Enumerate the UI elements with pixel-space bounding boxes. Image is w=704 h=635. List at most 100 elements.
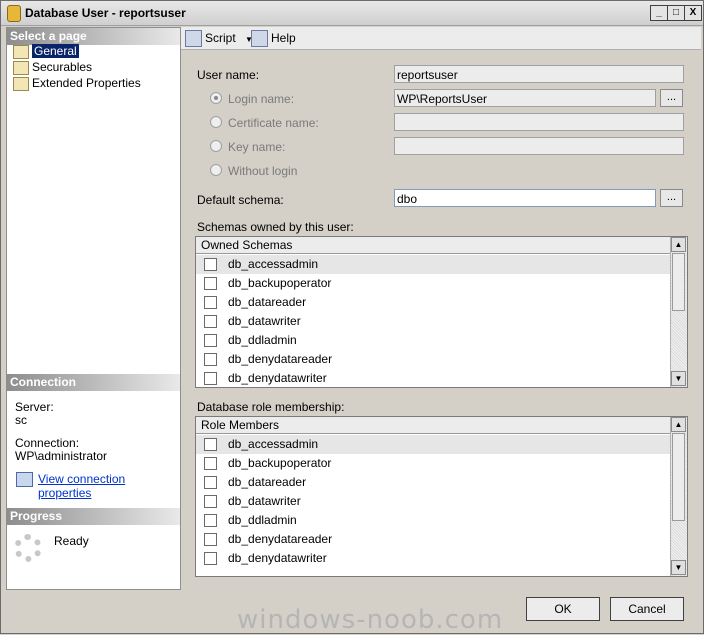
- schema-name: db_datareader: [228, 295, 307, 309]
- page-extended-properties[interactable]: Extended Properties: [11, 76, 141, 91]
- default-schema-browse-button[interactable]: ...: [660, 189, 683, 207]
- scroll-up-arrow-icon[interactable]: ▲: [671, 417, 686, 432]
- role-name: db_denydatawriter: [228, 551, 327, 565]
- schema-checkbox[interactable]: [204, 372, 217, 385]
- schema-name: db_denydatawriter: [228, 371, 327, 385]
- user-name-label: User name:: [197, 68, 260, 82]
- ok-button[interactable]: OK: [526, 597, 600, 621]
- schema-row[interactable]: db_datawriter: [196, 312, 670, 331]
- cancel-button[interactable]: Cancel: [610, 597, 684, 621]
- page-general-label: General: [32, 44, 79, 58]
- role-name: db_backupoperator: [228, 456, 332, 470]
- watermark: windows-noob.com: [237, 605, 504, 635]
- role-row[interactable]: db_datawriter: [196, 492, 670, 511]
- role-checkbox[interactable]: [204, 552, 217, 565]
- database-user-dialog: Database User - reportsuser _ □ X Select…: [0, 0, 704, 635]
- schema-checkbox[interactable]: [204, 296, 217, 309]
- schema-row[interactable]: db_accessadmin: [196, 255, 670, 274]
- login-name-radio[interactable]: [210, 92, 222, 104]
- script-label: Script: [205, 31, 236, 45]
- toolbar: Script ▼ Help: [181, 27, 701, 50]
- role-row[interactable]: db_datareader: [196, 473, 670, 492]
- certificate-name-field[interactable]: [394, 113, 684, 131]
- without-login-radio[interactable]: [210, 164, 222, 176]
- owned-schemas-header[interactable]: Owned Schemas: [196, 237, 670, 254]
- role-checkbox[interactable]: [204, 438, 217, 451]
- schema-row[interactable]: db_ddladmin: [196, 331, 670, 350]
- owned-schemas-scrollbar[interactable]: ▲ ▼: [670, 237, 687, 387]
- minimize-button[interactable]: _: [650, 5, 668, 21]
- connection-properties-icon: [16, 472, 33, 487]
- schema-checkbox[interactable]: [204, 258, 217, 271]
- role-row[interactable]: db_backupoperator: [196, 454, 670, 473]
- role-members-grid: Role Members db_accessadmin db_backupoper…: [195, 416, 688, 577]
- schema-checkbox[interactable]: [204, 315, 217, 328]
- maximize-button[interactable]: □: [667, 5, 685, 21]
- title-bar[interactable]: Database User - reportsuser _ □ X: [1, 1, 703, 26]
- role-name: db_denydatareader: [228, 532, 333, 546]
- schemas-owned-label: Schemas owned by this user:: [197, 220, 354, 234]
- scroll-thumb[interactable]: [672, 433, 685, 521]
- page-general[interactable]: General: [11, 44, 79, 59]
- certificate-name-radio[interactable]: [210, 116, 222, 128]
- key-name-field[interactable]: [394, 137, 684, 155]
- schema-row[interactable]: db_denydatareader: [196, 350, 670, 369]
- role-checkbox[interactable]: [204, 533, 217, 546]
- role-row[interactable]: db_accessadmin: [196, 435, 670, 454]
- close-button[interactable]: X: [684, 5, 702, 21]
- scroll-up-arrow-icon[interactable]: ▲: [671, 237, 686, 252]
- schema-name: db_accessadmin: [228, 257, 319, 271]
- page-icon: [13, 61, 29, 75]
- scroll-down-arrow-icon[interactable]: ▼: [671, 371, 686, 386]
- help-button[interactable]: Help: [251, 30, 296, 47]
- schema-checkbox[interactable]: [204, 277, 217, 290]
- role-checkbox[interactable]: [204, 476, 217, 489]
- key-name-radio[interactable]: [210, 140, 222, 152]
- progress-header: Progress: [7, 508, 180, 525]
- scroll-down-arrow-icon[interactable]: ▼: [671, 560, 686, 575]
- without-login-label: Without login: [228, 164, 298, 178]
- owned-schemas-grid: Owned Schemas db_accessadmin db_backupope…: [195, 236, 688, 388]
- role-membership-label: Database role membership:: [197, 400, 345, 414]
- login-name-field[interactable]: WP\ReportsUser: [394, 89, 656, 107]
- role-members-scrollbar[interactable]: ▲ ▼: [670, 417, 687, 576]
- script-icon: [185, 30, 202, 47]
- database-icon: [7, 5, 21, 22]
- server-value: sc: [15, 413, 27, 427]
- help-label: Help: [271, 31, 296, 45]
- login-name-label: Login name:: [228, 92, 295, 106]
- role-checkbox[interactable]: [204, 457, 217, 470]
- schema-name: db_denydatareader: [228, 352, 333, 366]
- user-name-field[interactable]: reportsuser: [394, 65, 684, 83]
- schema-name: db_datawriter: [228, 314, 301, 328]
- role-checkbox[interactable]: [204, 514, 217, 527]
- role-row[interactable]: db_denydatawriter: [196, 549, 670, 568]
- role-checkbox[interactable]: [204, 495, 217, 508]
- scroll-thumb[interactable]: [672, 253, 685, 311]
- schema-row[interactable]: db_datareader: [196, 293, 670, 312]
- connection-label: Connection:: [15, 436, 80, 450]
- schema-checkbox[interactable]: [204, 353, 217, 366]
- role-row[interactable]: db_ddladmin: [196, 511, 670, 530]
- page-extended-properties-label: Extended Properties: [32, 76, 141, 90]
- window-title: Database User - reportsuser: [25, 6, 186, 20]
- role-members-header[interactable]: Role Members: [196, 417, 670, 434]
- schema-row[interactable]: db_denydatawriter: [196, 369, 670, 387]
- page-securables-label: Securables: [32, 60, 93, 74]
- role-row[interactable]: db_denydatareader: [196, 530, 670, 549]
- page-icon: [13, 77, 29, 91]
- schema-row[interactable]: db_backupoperator: [196, 274, 670, 293]
- default-schema-field[interactable]: dbo: [394, 189, 656, 207]
- login-name-browse-button[interactable]: ...: [660, 89, 683, 107]
- schema-checkbox[interactable]: [204, 334, 217, 347]
- left-pane: Select a page General Securables Extende…: [6, 27, 181, 590]
- view-connection-properties-link[interactable]: View connection properties: [38, 472, 180, 500]
- progress-status: Ready: [54, 534, 89, 548]
- script-button[interactable]: Script ▼: [185, 30, 253, 48]
- progress-spinner-icon: [14, 534, 42, 562]
- page-securables[interactable]: Securables: [11, 60, 92, 75]
- role-name: db_datawriter: [228, 494, 301, 508]
- key-name-label: Key name:: [228, 140, 286, 154]
- role-name: db_ddladmin: [228, 513, 297, 527]
- connection-header: Connection: [7, 374, 180, 391]
